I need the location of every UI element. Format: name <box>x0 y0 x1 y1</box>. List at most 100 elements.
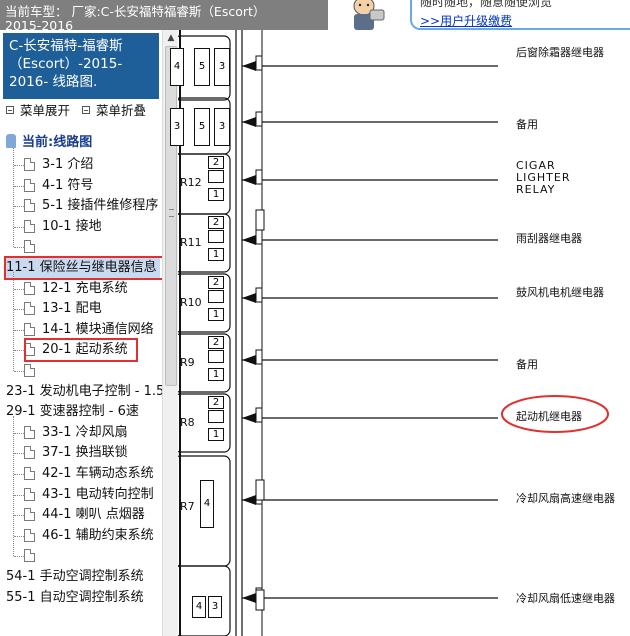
menu-expand-button[interactable]: 菜单展开 <box>20 103 70 118</box>
terminal-tab <box>255 479 265 501</box>
document-icon <box>24 302 35 315</box>
tree-child-item[interactable]: 12-1 充电系统 <box>24 280 128 298</box>
document-icon <box>24 323 35 336</box>
relay-name: R10 <box>180 296 202 309</box>
terminal-tab <box>255 349 263 365</box>
expand-icon[interactable] <box>6 106 14 114</box>
relay-label: 后窗除霜器继电器 <box>516 46 604 59</box>
tree-connector <box>14 556 24 557</box>
tree-group-item[interactable]: 23-1 发动机电子控制 - 1.5 <box>6 383 164 401</box>
vehicle-title: C-长安福特-福睿斯 （Escort）-2015- 2016- 线路图. <box>3 33 159 99</box>
scroll-thumb[interactable] <box>165 46 177 386</box>
tree-connector <box>14 289 24 290</box>
tree-item-label: 46-1 辅助约束系统 <box>42 528 154 543</box>
annotation-box <box>4 256 164 280</box>
tree-item-label: 44-1 喇叭 点烟器 <box>42 507 145 522</box>
relay-box-drawing <box>178 30 609 636</box>
tree-item-label: 29-1 变速器控制 - 6速 <box>6 404 139 419</box>
tree-child-item[interactable]: 13-1 配电 <box>24 300 102 318</box>
current-model-years: 2015-2016 <box>5 18 74 31</box>
tree-child-item[interactable]: 37-1 换挡联锁 <box>24 444 128 462</box>
relay-pin: 1 <box>208 248 224 261</box>
tree-child-item[interactable]: 4-1 符号 <box>24 177 94 195</box>
annotation-box <box>24 338 138 362</box>
document-icon <box>24 508 35 521</box>
collapse-icon[interactable] <box>82 106 90 114</box>
relay-pin: 1 <box>208 368 224 381</box>
terminal-tab <box>255 229 263 245</box>
terminal-tab <box>255 407 263 423</box>
tree-child-item[interactable]: 46-1 辅助约束系统 <box>24 527 154 545</box>
tree-item-label: 13-1 配电 <box>42 301 102 316</box>
tree-item-label: 12-1 充电系统 <box>42 281 128 296</box>
relay-pin: 4 <box>192 596 206 618</box>
relay-name: R11 <box>180 236 202 249</box>
tree-connector <box>14 536 24 537</box>
tree-item-label: 33-1 冷却风扇 <box>42 425 128 440</box>
relay-pin: 3 <box>214 108 230 146</box>
scroll-grip-icon <box>169 209 174 217</box>
tree-root[interactable]: 当前:线路图 <box>6 134 92 152</box>
terminal-tab <box>255 169 263 185</box>
current-model-bar: 当前车型： 厂家:C-长安福特福睿斯（Escort） 2015-2016 <box>0 0 328 30</box>
document-icon <box>24 158 35 171</box>
tree-item-label: 5-1 接插件维修程序 <box>42 198 159 213</box>
relay-pin: 3 <box>170 108 184 146</box>
document-icon <box>24 446 35 459</box>
relay-label: 冷却风扇低速继电器 <box>516 592 615 605</box>
vehicle-title-line: （Escort）-2015- <box>9 56 123 72</box>
tree-item-label: 43-1 电动转向控制 <box>42 487 154 502</box>
tree-item-label: 3-1 介绍 <box>42 157 94 172</box>
tree-connector <box>13 416 14 556</box>
document-icon <box>24 220 35 233</box>
relay-pin: 5 <box>194 48 210 86</box>
tree-connector <box>14 227 24 228</box>
tree-root-label: 当前:线路图 <box>22 135 93 150</box>
tree-connector <box>14 515 24 516</box>
tree-item-label: 4-1 符号 <box>42 178 94 193</box>
relay-pin <box>208 350 224 363</box>
tree-child-item[interactable]: 5-1 接插件维修程序 <box>24 197 159 215</box>
relay-pin <box>208 230 224 243</box>
relay-pin: 2 <box>208 276 224 289</box>
tree-connector <box>14 247 24 248</box>
relay-pin: 2 <box>208 216 224 229</box>
terminal-tab <box>255 287 263 303</box>
tree-connector <box>14 309 24 310</box>
tree-connector <box>14 433 24 434</box>
tree-child-item[interactable]: 33-1 冷却风扇 <box>24 424 128 442</box>
tree-child-item[interactable]: 43-1 电动转向控制 <box>24 486 154 504</box>
terminal-tab <box>255 589 265 611</box>
tree-child-item[interactable]: 14-1 模块通信网络 <box>24 321 154 339</box>
root-folder-icon <box>6 134 16 148</box>
current-model-text: 当前车型： 厂家:C-长安福特福睿斯（Escort） <box>5 4 266 19</box>
relay-pin: 4 <box>170 48 184 86</box>
tree-item-label: 37-1 换挡联锁 <box>42 445 128 460</box>
tree-group-item[interactable]: 29-1 变速器控制 - 6速 <box>6 403 139 421</box>
tree-group-item[interactable]: 54-1 手动空调控制系统 <box>6 568 144 586</box>
arrow-icon <box>242 495 256 505</box>
tree-connector <box>14 453 24 454</box>
relay-name: R12 <box>180 176 202 189</box>
tree-connector <box>14 350 24 351</box>
arrow-icon <box>242 355 256 365</box>
wiring-diagram: 后窗除霜器继电器 备用 CIGAR LIGHTER RELAY 雨刮器继电器 鼓风机电机继电… <box>170 30 630 636</box>
document-icon <box>24 199 35 212</box>
tree-child-item[interactable]: 42-1 车辆动态系统 <box>24 465 154 483</box>
upgrade-link[interactable]: >>用户升级缴费 <box>420 12 630 29</box>
tree-item-label: 42-1 车辆动态系统 <box>42 466 154 481</box>
menu-collapse-button[interactable]: 菜单折叠 <box>96 103 146 118</box>
tree-child-item[interactable]: 10-1 接地 <box>24 218 102 236</box>
tree-connector <box>14 495 24 496</box>
relay-label: 冷却风扇高速继电器 <box>516 492 615 505</box>
menu-controls: 菜单展开 菜单折叠 <box>6 100 154 119</box>
relay-label: 鼓风机电机继电器 <box>516 286 604 299</box>
tree-child-item[interactable]: 44-1 喇叭 点烟器 <box>24 506 145 524</box>
scroll-up-icon[interactable]: ▲ <box>163 30 179 46</box>
tree-connector <box>14 206 24 207</box>
tree-group-item[interactable]: 55-1 自动空调控制系统 <box>6 589 144 607</box>
tree-child-item[interactable]: 3-1 介绍 <box>24 156 94 174</box>
document-icon <box>24 240 35 253</box>
arrow-icon <box>242 61 256 71</box>
relay-label: 备用 <box>516 358 538 371</box>
